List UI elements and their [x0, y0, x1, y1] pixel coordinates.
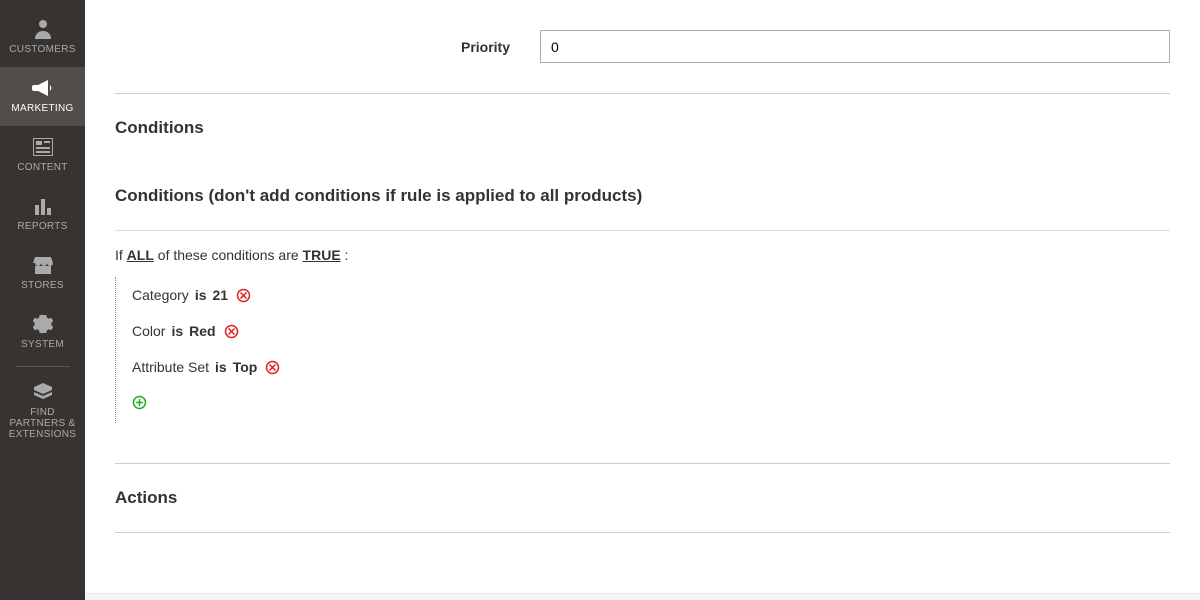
- spacer: [85, 533, 1200, 593]
- stores-icon: [31, 254, 55, 276]
- sidebar-item-system[interactable]: SYSTEM: [0, 303, 85, 362]
- condition-value[interactable]: Top: [233, 359, 258, 375]
- conditions-section-title: Conditions: [85, 94, 1200, 162]
- priority-input[interactable]: [540, 30, 1170, 63]
- sidebar-label: STORES: [19, 280, 66, 291]
- remove-condition-icon[interactable]: [236, 288, 251, 303]
- condition-attribute[interactable]: Attribute Set: [132, 359, 209, 375]
- admin-sidebar: CUSTOMERS MARKETING CONTENT REPORTS STOR…: [0, 0, 85, 600]
- sidebar-item-find-partners[interactable]: FIND PARTNERS & EXTENSIONS: [0, 371, 85, 452]
- condition-value[interactable]: 21: [213, 287, 229, 303]
- priority-label: Priority: [200, 39, 540, 55]
- add-condition-row: [132, 385, 1170, 423]
- conditions-tree: Category is 21 Color is Red Attrib: [115, 277, 1170, 423]
- sidebar-item-content[interactable]: CONTENT: [0, 126, 85, 185]
- sidebar-item-stores[interactable]: STORES: [0, 244, 85, 303]
- condition-value[interactable]: Red: [189, 323, 215, 339]
- value-selector[interactable]: TRUE: [303, 247, 341, 263]
- actions-section-title: Actions: [85, 464, 1200, 532]
- condition-attribute[interactable]: Color: [132, 323, 165, 339]
- reports-icon: [31, 195, 55, 217]
- condition-row: Attribute Set is Top: [132, 349, 1170, 385]
- remove-condition-icon[interactable]: [224, 324, 239, 339]
- aggregator-selector[interactable]: ALL: [127, 247, 154, 263]
- customers-icon: [31, 18, 55, 40]
- intro-suffix: :: [341, 247, 349, 263]
- sidebar-label: SYSTEM: [19, 339, 66, 350]
- system-icon: [31, 313, 55, 335]
- sidebar-label: CUSTOMERS: [7, 44, 77, 55]
- sidebar-item-customers[interactable]: CUSTOMERS: [0, 8, 85, 67]
- partners-icon: [31, 381, 55, 403]
- condition-operator[interactable]: is: [195, 287, 207, 303]
- condition-operator[interactable]: is: [171, 323, 183, 339]
- condition-attribute[interactable]: Category: [132, 287, 189, 303]
- sidebar-label: MARKETING: [9, 103, 75, 114]
- sidebar-label: CONTENT: [15, 162, 69, 173]
- sidebar-item-marketing[interactable]: MARKETING: [0, 67, 85, 126]
- condition-row: Category is 21: [132, 277, 1170, 313]
- intro-mid: of these conditions are: [154, 247, 303, 263]
- sidebar-item-reports[interactable]: REPORTS: [0, 185, 85, 244]
- add-condition-icon[interactable]: [132, 395, 147, 410]
- condition-row: Color is Red: [132, 313, 1170, 349]
- marketing-icon: [31, 77, 55, 99]
- content-icon: [31, 136, 55, 158]
- sidebar-label: FIND PARTNERS & EXTENSIONS: [0, 407, 85, 440]
- remove-condition-icon[interactable]: [265, 360, 280, 375]
- intro-prefix: If: [115, 247, 127, 263]
- sidebar-separator: [16, 366, 70, 367]
- sidebar-label: REPORTS: [15, 221, 69, 232]
- condition-operator[interactable]: is: [215, 359, 227, 375]
- priority-row: Priority: [85, 0, 1200, 93]
- page-footer: Copyright © 2022 Magento Commerce Inc. A…: [85, 593, 1200, 600]
- main-content: Priority Conditions Conditions (don't ad…: [85, 0, 1200, 600]
- conditions-subtitle: Conditions (don't add conditions if rule…: [85, 162, 1200, 230]
- conditions-intro: If ALL of these conditions are TRUE :: [85, 231, 1200, 273]
